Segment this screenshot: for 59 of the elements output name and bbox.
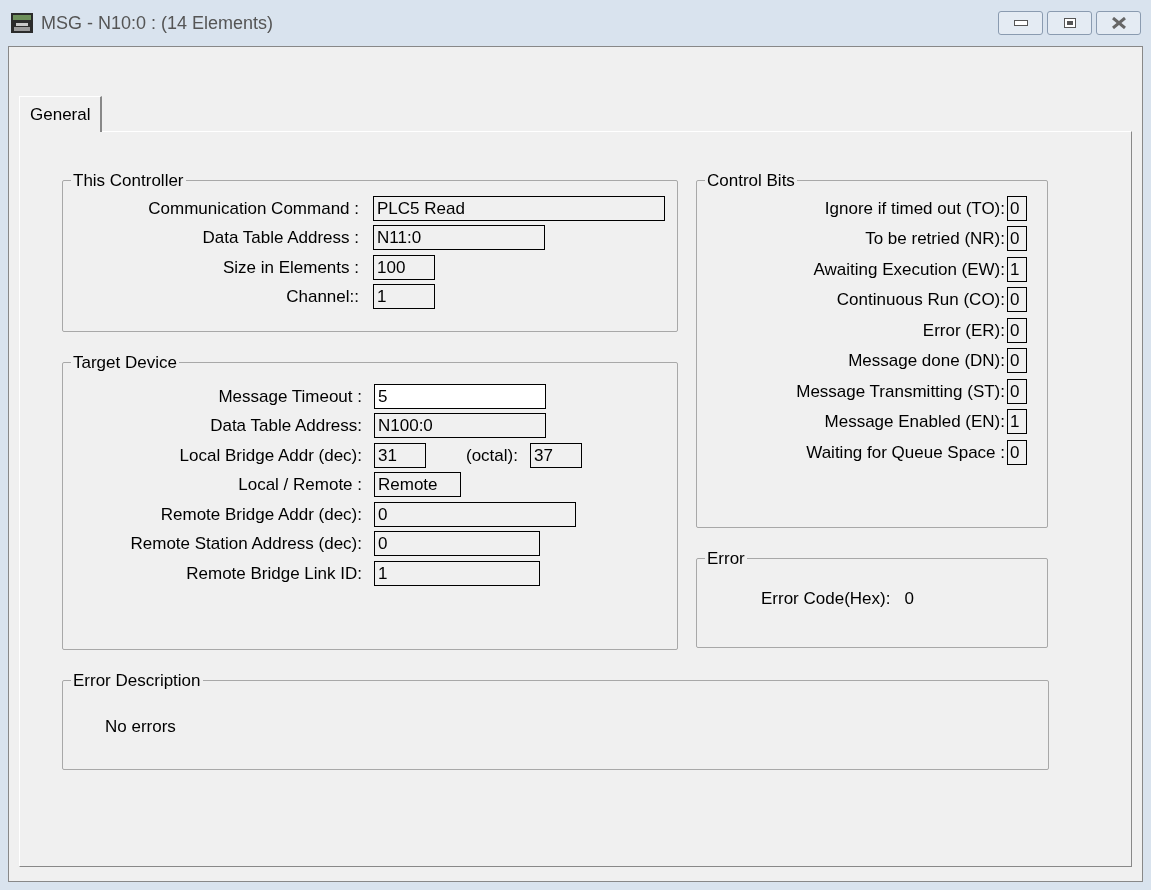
input-field[interactable]: 0 — [374, 501, 576, 527]
input-field[interactable]: 31 — [374, 442, 426, 468]
bit-value: 0 — [1007, 317, 1027, 343]
input-field[interactable]: 5 — [374, 383, 546, 409]
input-field[interactable]: N11:0 — [373, 225, 545, 251]
group-title: Target Device — [72, 352, 178, 374]
group-title: Control Bits — [706, 170, 796, 192]
bit-value: 0 — [1007, 378, 1027, 404]
error-code-label: Error Code(Hex): — [761, 587, 891, 610]
bit-value: 1 — [1007, 409, 1027, 435]
bit-value: 0 — [1007, 226, 1027, 252]
bit-label: Message Transmitting (ST): — [796, 380, 1005, 403]
minimize-icon — [1013, 20, 1028, 26]
field-label: Channel:: — [285, 286, 359, 308]
field-label: Remote Bridge Addr (dec): — [159, 503, 362, 526]
field-label: Communication Command : — [147, 197, 359, 220]
input-field[interactable]: 1 — [373, 284, 435, 310]
field-label: Remote Station Address (dec): — [129, 533, 362, 555]
field-label: Local Bridge Addr (dec): — [178, 444, 362, 467]
input-field[interactable]: 1 — [374, 560, 540, 586]
minimize-button[interactable] — [998, 11, 1043, 35]
bit-value: 0 — [1007, 348, 1027, 374]
bit-label: Continuous Run (CO): — [836, 289, 1005, 311]
bit-label: Awaiting Execution (EW): — [813, 258, 1005, 281]
error-description-text: No errors — [105, 716, 176, 736]
close-icon — [1110, 17, 1127, 29]
field-label: Remote Bridge Link ID: — [185, 562, 362, 585]
group-title: Error Description — [72, 670, 202, 692]
bit-value: 0 — [1007, 287, 1027, 313]
bit-label: Waiting for Queue Space : — [806, 441, 1005, 464]
input-field[interactable]: Remote — [374, 472, 461, 498]
error-code-value: 0 — [904, 587, 914, 610]
input-field[interactable]: 37 — [529, 442, 582, 468]
bit-value: 0 — [1007, 439, 1027, 465]
bit-label: Message Enabled (EN): — [824, 411, 1005, 433]
field-label: Data Table Address: — [209, 415, 362, 437]
bit-label: Error (ER): — [922, 319, 1005, 342]
field-label: (octal): — [466, 444, 518, 467]
field-label: Data Table Address : — [201, 227, 359, 249]
close-button[interactable] — [1096, 11, 1141, 35]
group-title: This Controller — [72, 170, 185, 192]
bit-label: Message done (DN): — [848, 350, 1005, 372]
field-label: Size in Elements : — [221, 256, 359, 279]
bit-value: 1 — [1007, 256, 1027, 282]
input-field[interactable]: 100 — [373, 254, 435, 280]
tab[interactable]: General — [19, 96, 103, 132]
app-icon — [11, 13, 33, 33]
window-title: MSG - N10:0 : (14 Elements) — [41, 11, 274, 35]
group-title: Error — [706, 548, 746, 570]
bit-label: Ignore if timed out (TO): — [824, 197, 1005, 220]
maximize-icon — [1063, 18, 1076, 28]
input-field[interactable]: 0 — [374, 531, 540, 557]
maximize-button[interactable] — [1047, 11, 1092, 35]
input-field[interactable]: N100:0 — [374, 413, 546, 439]
bit-label: To be retried (NR): — [865, 228, 1005, 250]
input-field[interactable]: PLC5 Read — [373, 195, 665, 221]
field-label: Message Timeout : — [217, 385, 362, 408]
field-label: Local / Remote : — [237, 474, 362, 496]
bit-value: 0 — [1007, 195, 1027, 221]
